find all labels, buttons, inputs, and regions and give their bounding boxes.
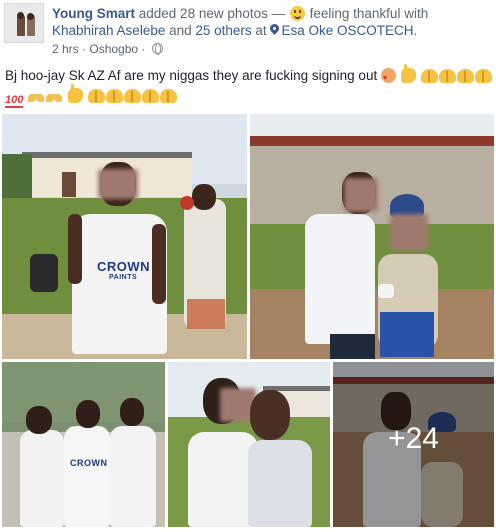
- raised-hands-icon: [141, 89, 159, 103]
- post-meta: 2 hrs · Oshogbo ·: [52, 42, 163, 56]
- photo-person-jeans: [380, 312, 434, 357]
- author-name-link[interactable]: Young Smart: [52, 6, 135, 21]
- pointing-hand-icon: [67, 84, 83, 103]
- more-photos-count: +24: [388, 422, 439, 455]
- post-headline: Young Smart added 28 new photos — feelin…: [52, 5, 492, 39]
- heart-eyes-face-icon: [380, 68, 396, 89]
- photo-person-shirt: [305, 214, 375, 344]
- photo-person-arm: [152, 224, 166, 304]
- photo-5-more[interactable]: +24: [333, 362, 494, 527]
- photo-3[interactable]: CROWN: [2, 362, 165, 527]
- status-text: Bj hoo-jay Sk AZ Af are my niggas they a…: [5, 68, 378, 83]
- photo-person-shirt: [20, 430, 64, 527]
- and-text: and: [165, 23, 196, 38]
- others-link[interactable]: 25 others: [195, 23, 251, 38]
- author-avatar[interactable]: [4, 3, 44, 43]
- photo-person-head: [192, 184, 216, 210]
- photo-4[interactable]: [168, 362, 330, 527]
- feed-post: Young Smart added 28 new photos — feelin…: [0, 0, 496, 532]
- shirt-logo-text: CROWN: [97, 259, 151, 274]
- pointing-hand-icon: [400, 64, 416, 83]
- raised-hands-icon: [438, 69, 456, 83]
- shirt-logo-text: CROWN: [70, 458, 108, 468]
- photo-person-head: [76, 400, 100, 428]
- photo-1[interactable]: CROWN PAINTS: [2, 114, 247, 359]
- photo-person-shirt: [64, 426, 110, 527]
- photo-red-cap: [180, 196, 194, 210]
- smile-emoji-icon: [289, 6, 305, 21]
- avatar-head: [17, 12, 24, 19]
- shirt-logo-subtext: PAINTS: [109, 274, 138, 281]
- location-suffix: .: [413, 23, 418, 38]
- raised-hands-icon: [105, 89, 123, 103]
- photo-door: [62, 172, 76, 197]
- tagged-person-link[interactable]: Khabhirah Aselebe: [52, 23, 165, 38]
- meta-separator: ·: [138, 42, 149, 56]
- photo-bike: [30, 254, 58, 292]
- hundred-points-icon: 100: [5, 94, 24, 108]
- post-header: Young Smart added 28 new photos — feelin…: [0, 0, 496, 60]
- raised-hands-icon: [87, 89, 105, 103]
- location-pin-icon: [270, 24, 279, 36]
- photo-person-head: [250, 390, 290, 440]
- timestamp-link[interactable]: 2 hrs: [52, 42, 79, 56]
- photo-person-pants: [330, 334, 375, 359]
- ribbon-icon: [28, 93, 45, 103]
- photo-2[interactable]: [250, 114, 494, 359]
- location-link[interactable]: Esa Oke OSCOTECH: [281, 23, 413, 38]
- photo-person-arm: [68, 214, 82, 284]
- photo-tree: [2, 154, 32, 199]
- meta-separator: ·: [78, 42, 90, 56]
- photo-cup: [378, 284, 394, 298]
- raised-hands-icon: [159, 89, 177, 103]
- status-text-block: Bj hoo-jay Sk AZ Af are my niggas they a…: [5, 64, 493, 108]
- raised-hands-icon: [456, 69, 474, 83]
- at-text: at: [251, 23, 271, 38]
- photo-person-shirt: [110, 426, 156, 527]
- raised-hands-icon: [123, 89, 141, 103]
- photo-face-blur: [98, 169, 138, 199]
- photo-face-blur: [390, 214, 428, 250]
- raised-hands-icon: [420, 69, 438, 83]
- avatar-head: [27, 13, 34, 20]
- photo-person-head: [26, 406, 52, 434]
- action-text: added 28 new photos —: [135, 6, 289, 21]
- feeling-text: feeling thankful with: [305, 6, 429, 21]
- photo-person-dress: [248, 440, 312, 527]
- photo-face-blur: [344, 178, 378, 212]
- globe-icon[interactable]: [151, 43, 163, 55]
- ribbon-icon: [46, 93, 63, 103]
- place-link[interactable]: Oshogbo: [89, 42, 138, 56]
- photo-person-head: [120, 398, 144, 426]
- photo-shorts: [187, 299, 225, 329]
- raised-hands-icon: [474, 69, 492, 83]
